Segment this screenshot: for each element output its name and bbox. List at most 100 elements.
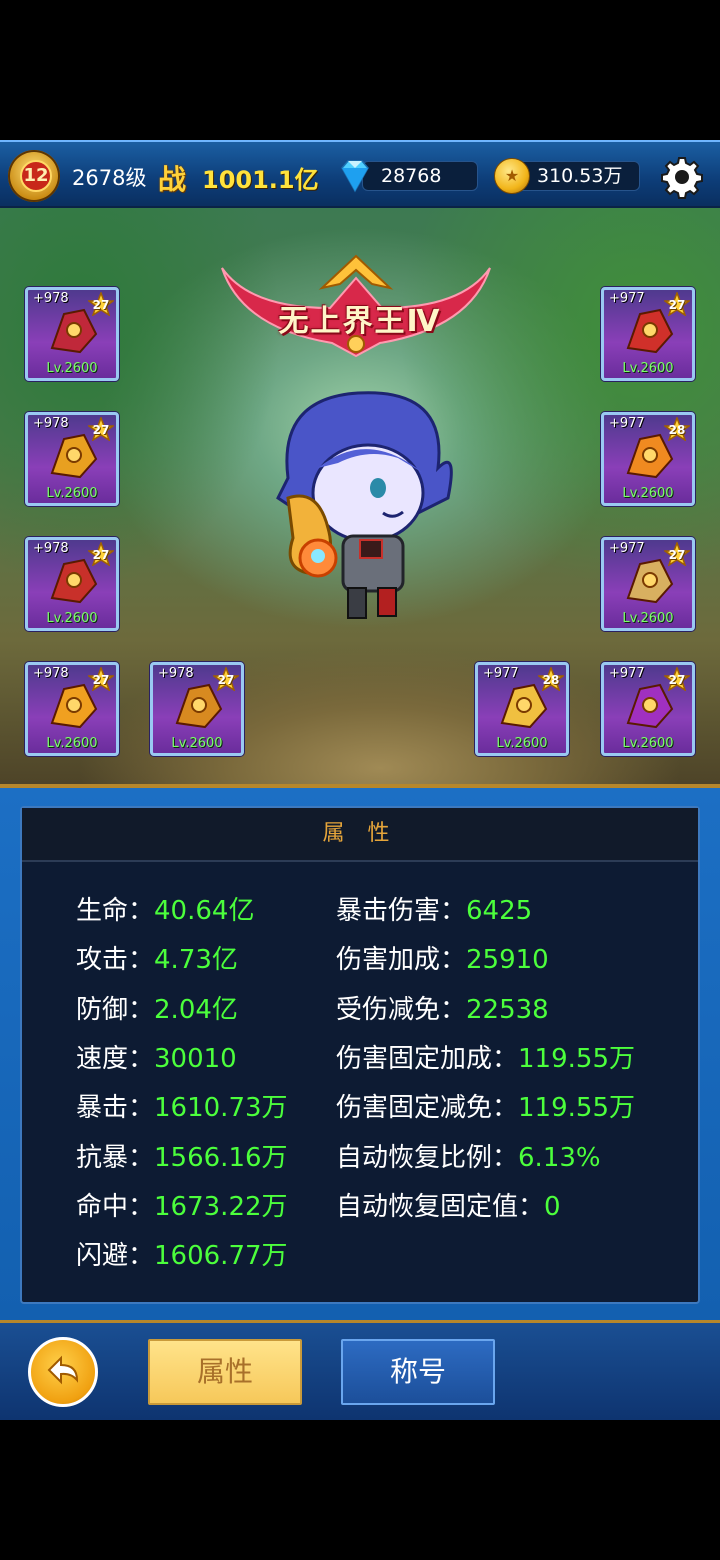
stat-value: 1673.22万 xyxy=(154,1191,288,1222)
back-arrow-icon xyxy=(47,1355,79,1385)
top-status-bar: 12 2678级 战 1001.1亿 28768 310.53万 ★ xyxy=(0,140,720,208)
star-icon: 27 xyxy=(211,665,241,692)
gold-count: 310.53万 xyxy=(537,165,623,187)
stat-row: 命中：1673.22万 xyxy=(76,1186,288,1223)
stat-value: 4.73亿 xyxy=(154,945,238,976)
enhance-level: +977 xyxy=(609,541,645,556)
stat-value: 1566.16万 xyxy=(154,1142,288,1173)
attribute-panel: 属 性 生命：40.64亿 攻击：4.73亿 防御：2.04亿 速度：30010 暴击：… xyxy=(20,806,700,1304)
star-icon: 27 xyxy=(86,290,116,317)
enhance-level: +978 xyxy=(33,666,69,681)
stat-row: 暴击：1610.73万 xyxy=(76,1087,288,1124)
equipment-slot[interactable]: +977 27 Lv.2600 xyxy=(601,537,695,631)
stat-value: 1606.77万 xyxy=(154,1241,288,1272)
stat-value: 40.64亿 xyxy=(154,896,255,926)
stat-row: 伤害加成：25910 xyxy=(336,939,549,976)
stat-label: 伤害固定减免： xyxy=(336,1093,519,1124)
stat-label: 闪避： xyxy=(76,1241,155,1272)
star-icon: 27 xyxy=(86,415,116,442)
bottom-bar: 属性 称号 xyxy=(0,1320,720,1420)
player-title: 无上界王Ⅳ xyxy=(278,304,442,339)
gold-coin-icon: ★ xyxy=(494,158,530,194)
stat-label: 生命： xyxy=(76,896,155,926)
enhance-level: +978 xyxy=(33,541,69,556)
star-count: 27 xyxy=(92,298,110,312)
player-character[interactable] xyxy=(248,388,468,628)
app-screen: 12 2678级 战 1001.1亿 28768 310.53万 ★ 无上界王Ⅳ… xyxy=(0,0,720,1560)
vip-badge-icon[interactable]: 12 xyxy=(8,150,60,202)
stat-row: 伤害固定加成：119.55万 xyxy=(336,1038,635,1075)
stat-label: 暴击： xyxy=(76,1093,155,1124)
equipment-slot[interactable]: +977 28 Lv.2600 xyxy=(475,662,569,756)
equipment-slot[interactable]: +977 28 Lv.2600 xyxy=(601,412,695,506)
gear-icon[interactable] xyxy=(660,155,704,199)
equipment-slot[interactable]: +978 27 Lv.2600 xyxy=(25,537,119,631)
stat-label: 自动恢复固定值： xyxy=(336,1191,545,1222)
enhance-level: +977 xyxy=(609,291,645,306)
star-count: 27 xyxy=(92,673,110,687)
star-count: 27 xyxy=(668,673,686,687)
equipment-slot[interactable]: +978 27 Lv.2600 xyxy=(25,412,119,506)
stat-value: 0 xyxy=(544,1191,561,1222)
stat-value: 6.13% xyxy=(518,1142,601,1173)
stat-row: 伤害固定减免：119.55万 xyxy=(336,1087,635,1124)
stat-value: 6425 xyxy=(466,896,533,926)
stat-label: 速度： xyxy=(76,1043,155,1074)
tab-titles[interactable]: 称号 xyxy=(341,1339,495,1405)
equipment-slot[interactable]: +978 27 Lv.2600 xyxy=(25,662,119,756)
item-level: Lv.2600 xyxy=(622,611,674,626)
power-value: 1001.1亿 xyxy=(202,166,319,194)
item-level: Lv.2600 xyxy=(46,361,98,376)
stat-value: 119.55万 xyxy=(518,1043,635,1074)
equipment-slot[interactable]: +977 27 Lv.2600 xyxy=(601,662,695,756)
stat-row: 防御：2.04亿 xyxy=(76,989,238,1026)
stat-row: 生命：40.64亿 xyxy=(76,890,254,927)
stat-value: 25910 xyxy=(466,945,549,976)
stat-value: 30010 xyxy=(154,1043,237,1074)
stat-row: 闪避：1606.77万 xyxy=(76,1235,288,1272)
stat-row: 暴击伤害：6425 xyxy=(336,890,532,927)
star-icon: 27 xyxy=(86,665,116,692)
stat-value: 119.55万 xyxy=(518,1093,635,1124)
enhance-level: +978 xyxy=(158,666,194,681)
equipment-slot[interactable]: +977 27 Lv.2600 xyxy=(601,287,695,381)
item-level: Lv.2600 xyxy=(622,736,674,751)
item-level: Lv.2600 xyxy=(496,736,548,751)
item-level: Lv.2600 xyxy=(46,736,98,751)
diamond-counter[interactable]: 28768 xyxy=(362,161,478,191)
stat-label: 暴击伤害： xyxy=(336,896,467,926)
stat-label: 伤害加成： xyxy=(336,945,467,976)
star-icon: 27 xyxy=(662,540,692,567)
player-level: 2678级 xyxy=(72,166,147,190)
item-level: Lv.2600 xyxy=(622,361,674,376)
stat-value: 2.04亿 xyxy=(154,994,238,1025)
star-icon: 28 xyxy=(536,665,566,692)
stat-label: 命中： xyxy=(76,1191,155,1222)
back-button[interactable] xyxy=(28,1337,98,1407)
stat-label: 伤害固定加成： xyxy=(336,1043,519,1074)
star-icon: 28 xyxy=(662,415,692,442)
stat-label: 防御： xyxy=(76,994,155,1025)
stat-row: 受伤减免：22538 xyxy=(336,989,549,1026)
item-level: Lv.2600 xyxy=(622,486,674,501)
power-label: 战 xyxy=(158,163,187,196)
equipment-slot[interactable]: +978 27 Lv.2600 xyxy=(25,287,119,381)
item-level: Lv.2600 xyxy=(171,736,223,751)
star-count: 27 xyxy=(668,298,686,312)
panel-title: 属 性 xyxy=(22,808,698,862)
tab-attributes[interactable]: 属性 xyxy=(148,1339,302,1405)
equipment-slot[interactable]: +978 27 Lv.2600 xyxy=(150,662,244,756)
attribute-panel-frame: 属 性 生命：40.64亿 攻击：4.73亿 防御：2.04亿 速度：30010 暴击：… xyxy=(0,784,720,1320)
stat-row: 抗暴：1566.16万 xyxy=(76,1137,288,1174)
star-icon: 27 xyxy=(662,665,692,692)
enhance-level: +977 xyxy=(483,666,519,681)
enhance-level: +977 xyxy=(609,666,645,681)
vip-level: 12 xyxy=(20,160,52,192)
stat-value: 1610.73万 xyxy=(154,1093,288,1124)
star-count: 28 xyxy=(668,423,686,437)
item-level: Lv.2600 xyxy=(46,611,98,626)
stat-label: 抗暴： xyxy=(76,1142,155,1173)
star-icon: 27 xyxy=(662,290,692,317)
stat-row: 攻击：4.73亿 xyxy=(76,939,238,976)
enhance-level: +977 xyxy=(609,416,645,431)
